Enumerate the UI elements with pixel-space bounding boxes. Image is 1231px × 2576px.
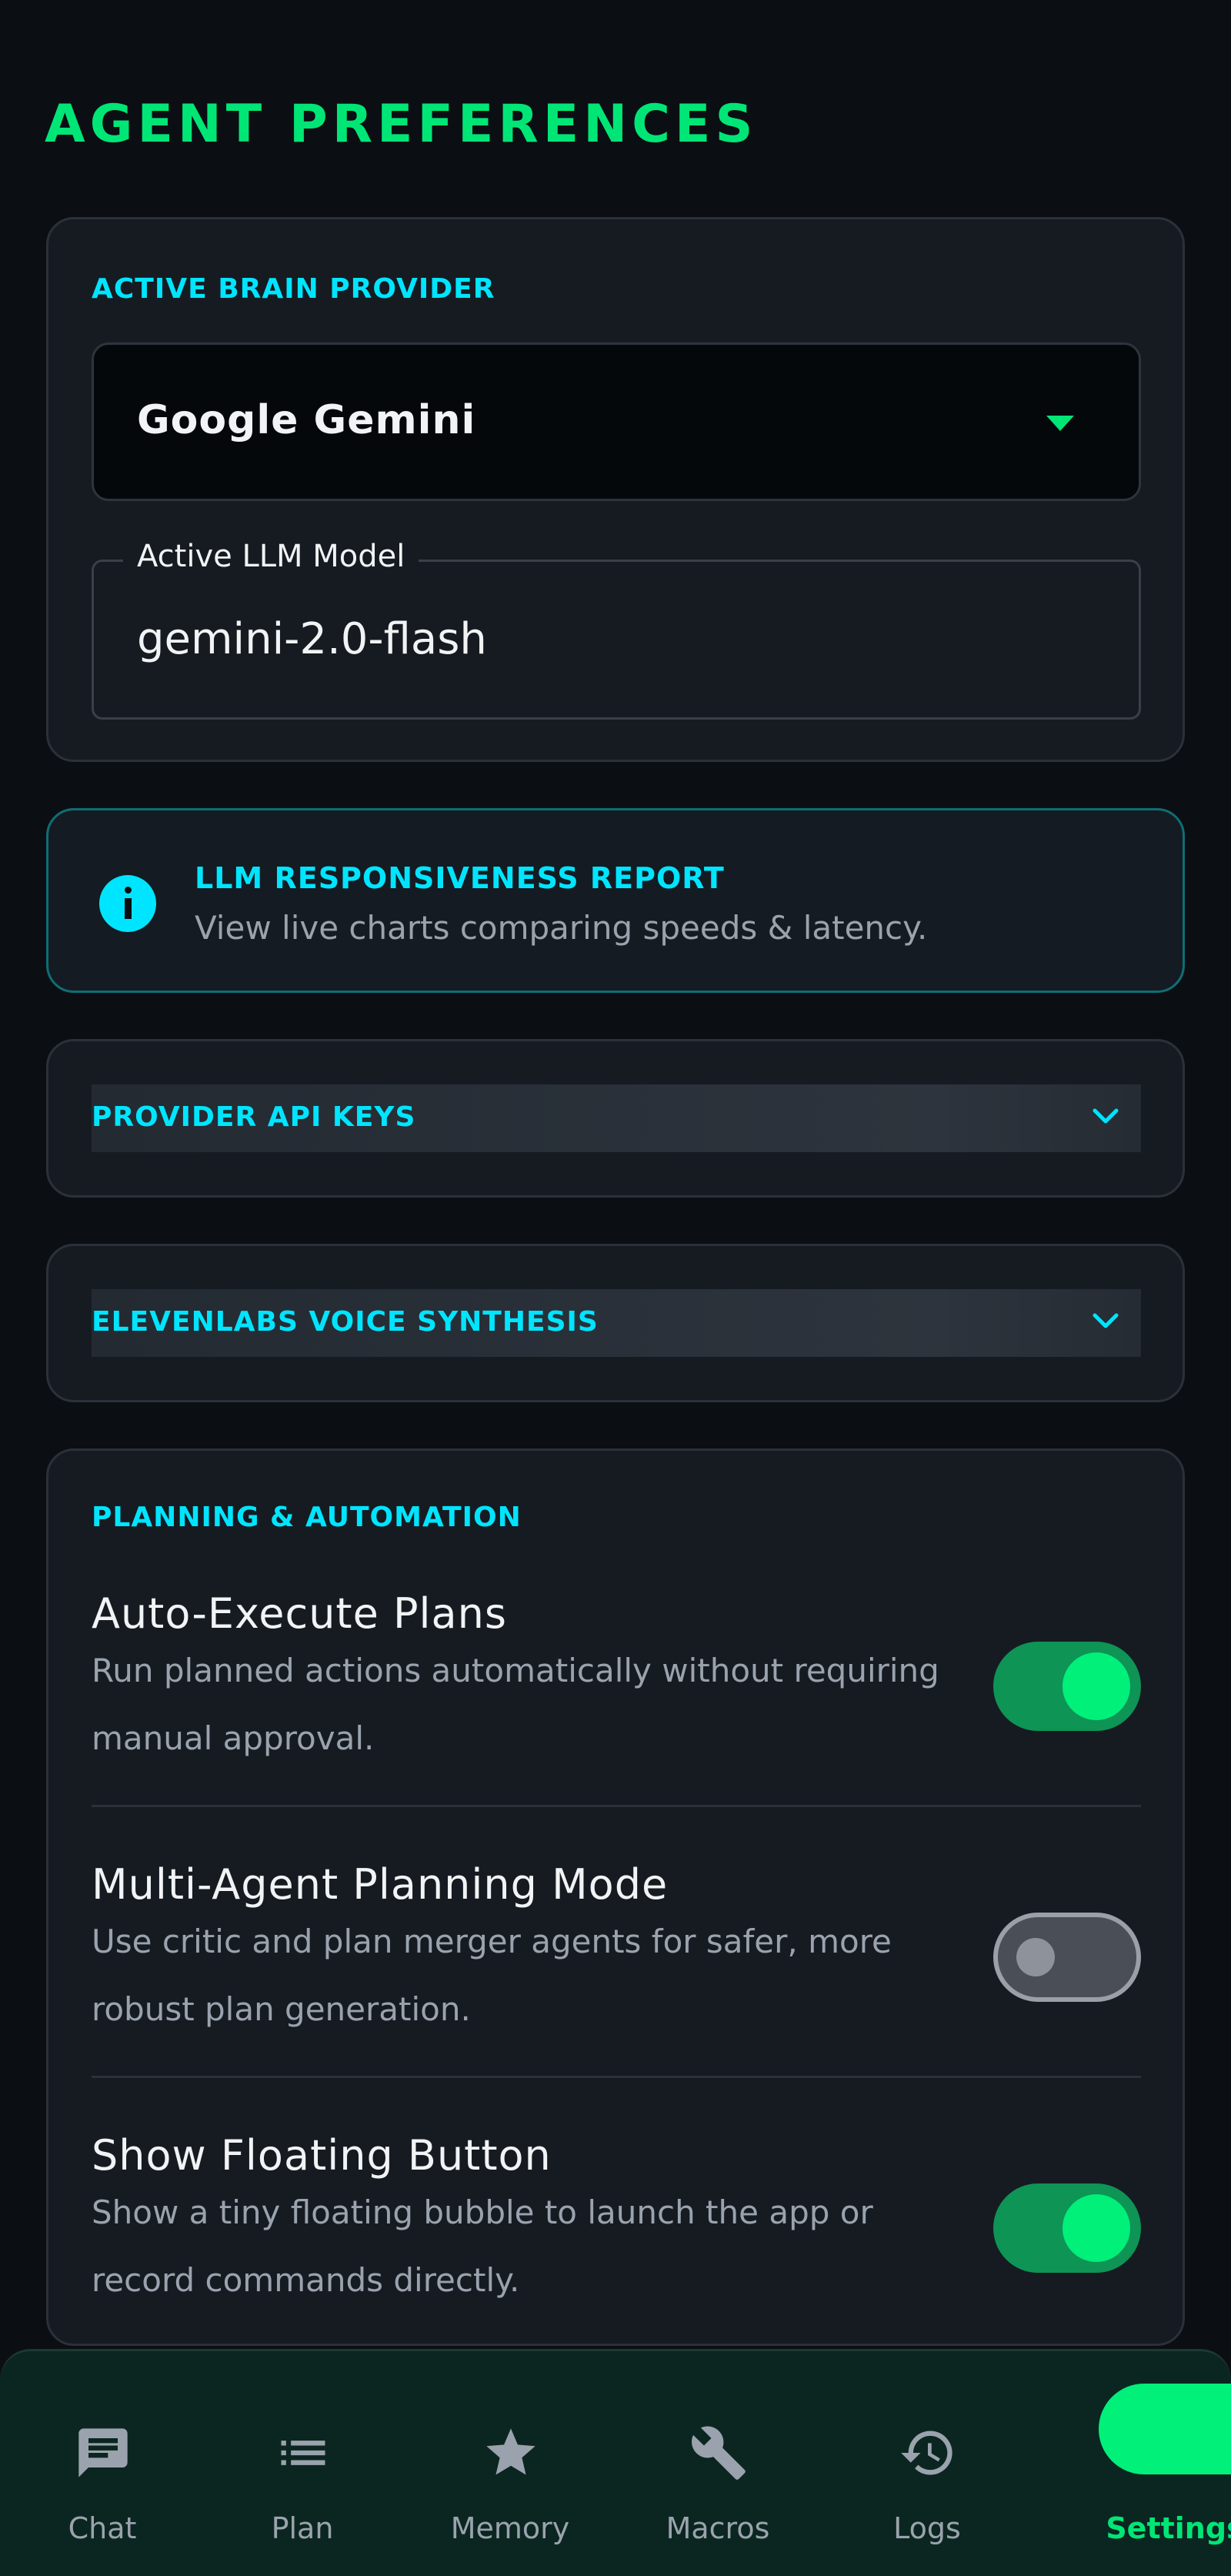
voice-synthesis-label: ELEVENLABS VOICE SYNTHESIS [92,1306,599,1338]
page-title: AGENT PREFERENCES [45,94,758,155]
setting-title: Multi-Agent Planning Mode [92,1860,669,1909]
voice-synthesis-header[interactable]: ELEVENLABS VOICE SYNTHESIS [92,1289,1141,1357]
model-input-label: Active LLM Model [123,539,419,574]
provider-dropdown[interactable]: Google Gemini [92,342,1141,501]
api-keys-card: PROVIDER API KEYS [46,1039,1185,1198]
planning-section-label: PLANNING & AUTOMATION [92,1502,522,1533]
setting-description: Use critic and plan merger agents for sa… [92,1923,892,2028]
setting-multi-agent: Multi-Agent Planning Mode Use critic and… [92,1860,1141,2039]
responsiveness-report-card[interactable]: LLM RESPONSIVENESS REPORT View live char… [46,808,1185,993]
star-icon [486,2428,535,2475]
voice-synthesis-card: ELEVENLABS VOICE SYNTHESIS [46,1244,1185,1402]
nav-item-macros[interactable]: Macros [616,2351,820,2576]
report-description: View live charts comparing speeds & late… [195,909,928,947]
bottom-navigation: Chat Plan Memory Macros Logs Settings [0,2349,1231,2576]
auto-execute-toggle[interactable] [993,1642,1141,1731]
floating-button-toggle[interactable] [993,2183,1141,2273]
nav-label: Chat [68,2511,137,2545]
setting-auto-execute: Auto-Execute Plans Run planned actions a… [92,1589,1141,1768]
agent-preferences-screen: AGENT PREFERENCES ACTIVE BRAIN PROVIDER … [0,0,1231,2576]
nav-item-chat[interactable]: Chat [0,2351,205,2576]
provider-section-label: ACTIVE BRAIN PROVIDER [92,273,495,305]
divider [92,1805,1141,1807]
chevron-down-icon [1093,1313,1119,1328]
nav-label: Settings [1106,2511,1231,2545]
nav-item-plan[interactable]: Plan [200,2351,405,2576]
toggle-knob [1063,1652,1130,1720]
model-input[interactable]: Active LLM Model gemini-2.0-flash [92,539,1141,720]
setting-title: Auto-Execute Plans [92,1589,507,1638]
provider-card: ACTIVE BRAIN PROVIDER Google Gemini Acti… [46,217,1185,762]
chat-icon [78,2428,128,2477]
setting-description: Show a tiny floating bubble to launch th… [92,2193,873,2299]
setting-title: Show Floating Button [92,2131,552,2180]
nav-item-settings[interactable]: Settings [1026,2351,1231,2576]
provider-dropdown-value: Google Gemini [137,397,476,443]
nav-label: Macros [666,2511,770,2545]
setting-description: Run planned actions automatically withou… [92,1652,939,1757]
nav-item-memory[interactable]: Memory [408,2351,612,2576]
report-title: LLM RESPONSIVENESS REPORT [195,861,725,895]
nav-item-logs[interactable]: Logs [825,2351,1029,2576]
list-icon [281,2441,325,2465]
dropdown-caret-icon [1046,416,1074,431]
history-icon [901,2431,952,2475]
toggle-knob [1016,1938,1055,1976]
nav-label: Plan [271,2511,334,2545]
setting-floating-button: Show Floating Button Show a tiny floatin… [92,2131,1141,2310]
model-input-value[interactable]: gemini-2.0-flash [137,614,487,664]
toggle-knob [1063,2194,1130,2262]
nav-label: Memory [450,2511,570,2545]
chevron-down-icon [1093,1108,1119,1124]
info-icon [99,875,156,932]
wrench-icon [692,2426,746,2480]
divider [92,2076,1141,2078]
multi-agent-toggle[interactable] [993,1913,1141,2002]
nav-label: Logs [893,2511,961,2545]
api-keys-label: PROVIDER API KEYS [92,1101,416,1133]
settings-icon [1099,2384,1231,2474]
planning-automation-card: PLANNING & AUTOMATION Auto-Execute Plans… [46,1448,1185,2346]
api-keys-header[interactable]: PROVIDER API KEYS [92,1084,1141,1152]
